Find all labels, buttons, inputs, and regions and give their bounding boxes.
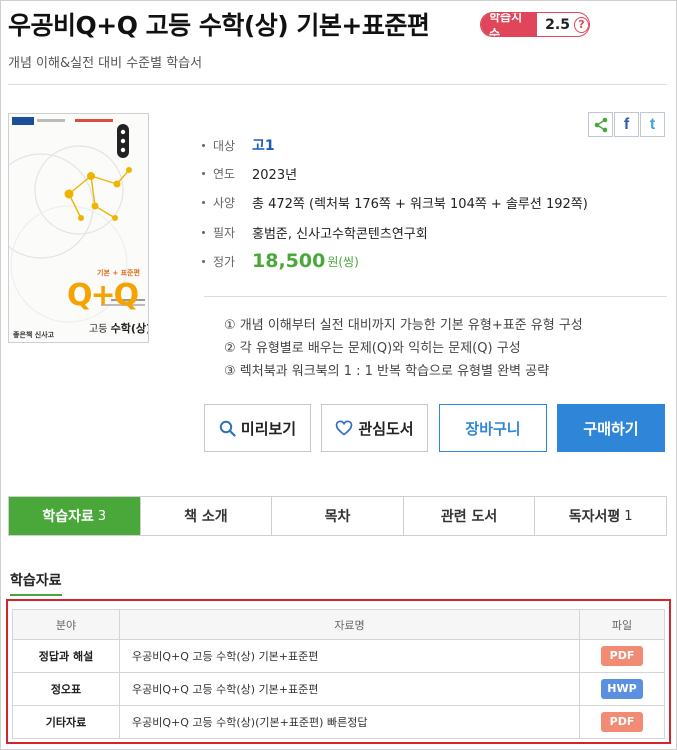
help-icon[interactable]: ?	[573, 16, 589, 33]
year-label: 연도	[213, 166, 236, 181]
bullet-icon	[202, 171, 205, 175]
twitter-share-button[interactable]: t	[640, 112, 665, 137]
cart-button[interactable]: 장바구니	[439, 404, 547, 452]
tab-materials[interactable]: 학습자료 3	[9, 497, 140, 535]
study-index-badge: 학습지수 2.5 ?	[480, 12, 590, 37]
row-name: 우공비Q+Q 고등 수학(상)(기본+표준편) 빠른정답	[119, 705, 580, 739]
wishlist-label: 관심도서	[358, 419, 414, 438]
author-value: 홍범준, 신사고수학콘텐츠연구회	[252, 226, 428, 242]
tab-reviews[interactable]: 독자서평 1	[534, 497, 666, 535]
pdf-download-button[interactable]: PDF	[601, 712, 643, 732]
info-target: 대상 고1	[202, 135, 275, 155]
page-subtitle: 개념 이해&실전 대비 수준별 학습서	[8, 56, 203, 71]
cover-subject-prefix: 고등	[89, 324, 108, 335]
share-icon	[594, 117, 607, 132]
share-button[interactable]	[588, 112, 613, 137]
tab-count: 3	[97, 508, 107, 524]
search-icon	[219, 420, 236, 437]
feature-item: ③ 렉처북과 워크북의 1 : 1 반복 학습으로 유형별 완벽 공략	[224, 363, 550, 379]
tab-count: 1	[624, 508, 633, 524]
divider	[8, 84, 667, 85]
row-category: 기타자료	[12, 705, 120, 739]
cover-subject: 고등 수학(상)	[89, 320, 149, 336]
target-value[interactable]: 고1	[252, 135, 275, 155]
tab-label: 독자서평	[568, 509, 621, 525]
info-spec: 사양 총 472쪽 (렉처북 176쪽 + 워크북 104쪽 + 솔루션 192…	[202, 192, 588, 212]
twitter-icon: t	[649, 115, 656, 133]
row-category: 정오표	[12, 672, 120, 706]
cover-series-label: 기본 + 표준편	[97, 269, 140, 277]
facebook-share-button[interactable]: f	[614, 112, 639, 137]
bullet-icon	[202, 230, 205, 234]
info-author: 필자 홍범준, 신사고수학콘텐츠연구회	[202, 222, 428, 242]
spec-value: 총 472쪽 (렉처북 176쪽 + 워크북 104쪽 + 솔루션 192쪽)	[252, 196, 588, 212]
price-label: 정가	[213, 254, 236, 269]
tab-label: 책 소개	[184, 509, 228, 525]
hwp-download-button[interactable]: HWP	[601, 679, 643, 699]
materials-table: 분야 자료명 파일 정답과 해설 우공비Q+Q 고등 수학(상) 기본+표준편 …	[12, 609, 665, 739]
tab-contents[interactable]: 목차	[271, 497, 403, 535]
bullet-icon	[202, 200, 205, 204]
preview-label: 미리보기	[240, 419, 297, 438]
preview-button[interactable]: 미리보기	[204, 404, 311, 452]
row-name: 우공비Q+Q 고등 수학(상) 기본+표준편	[119, 639, 580, 673]
buy-button[interactable]: 구매하기	[557, 404, 665, 452]
bullet-icon	[202, 143, 205, 147]
header-category: 분야	[12, 609, 120, 640]
cover-publisher: 좋은책 신사고	[13, 331, 55, 339]
author-label: 필자	[213, 225, 236, 240]
materials-section-title: 학습자료	[10, 570, 62, 596]
feature-item: ① 개념 이해부터 실전 대비까지 가능한 기본 유형+표준 유형 구성	[224, 317, 583, 333]
info-price: 정가 18,500 원(씽)	[202, 250, 359, 272]
tab-label: 학습자료	[42, 509, 94, 525]
header-name: 자료명	[119, 609, 580, 640]
feature-item: ② 각 유형별로 배우는 문제(Q)와 익히는 문제(Q) 구성	[224, 340, 521, 356]
wishlist-button[interactable]: 관심도서	[321, 404, 428, 452]
buy-label: 구매하기	[583, 419, 639, 438]
spec-label: 사양	[213, 195, 236, 210]
tab-related-books[interactable]: 관련 도서	[402, 497, 535, 535]
cover-logo: Q+Q	[67, 278, 139, 313]
cart-label: 장바구니	[465, 419, 521, 438]
year-value: 2023년	[252, 167, 298, 183]
divider	[204, 296, 667, 297]
info-year: 연도 2023년	[202, 163, 297, 183]
book-cover-image[interactable]: 기본 + 표준편 Q+Q 고등 수학(상) 좋은책 신사고	[8, 113, 149, 343]
cover-subject-main: 수학(상)	[110, 322, 149, 335]
badge-label: 학습지수	[481, 13, 538, 36]
table-row: 정오표 우공비Q+Q 고등 수학(상) 기본+표준편 HWP	[12, 672, 665, 706]
badge-value: 2.5	[545, 16, 570, 33]
heart-icon	[336, 420, 353, 436]
price-value: 18,500	[252, 250, 326, 272]
facebook-icon: f	[623, 115, 630, 133]
table-row: 정답과 해설 우공비Q+Q 고등 수학(상) 기본+표준편 PDF	[12, 639, 665, 673]
row-name: 우공비Q+Q 고등 수학(상) 기본+표준편	[119, 672, 580, 706]
table-row: 기타자료 우공비Q+Q 고등 수학(상)(기본+표준편) 빠른정답 PDF	[12, 705, 665, 739]
detail-tabs: 학습자료 3 책 소개 목차 관련 도서 독자서평 1	[8, 496, 667, 536]
pdf-download-button[interactable]: PDF	[601, 646, 643, 666]
tab-book-intro[interactable]: 책 소개	[139, 497, 272, 535]
page-title: 우공비Q+Q 고등 수학(상) 기본+표준편	[8, 11, 430, 40]
row-category: 정답과 해설	[12, 639, 120, 673]
target-label: 대상	[213, 138, 236, 153]
table-header-row: 분야 자료명 파일	[12, 609, 665, 640]
tab-label: 관련 도서	[440, 509, 498, 525]
price-unit: 원(씽)	[327, 254, 359, 269]
tab-label: 목차	[324, 509, 351, 525]
header-file: 파일	[579, 609, 665, 640]
bullet-icon	[202, 259, 205, 263]
